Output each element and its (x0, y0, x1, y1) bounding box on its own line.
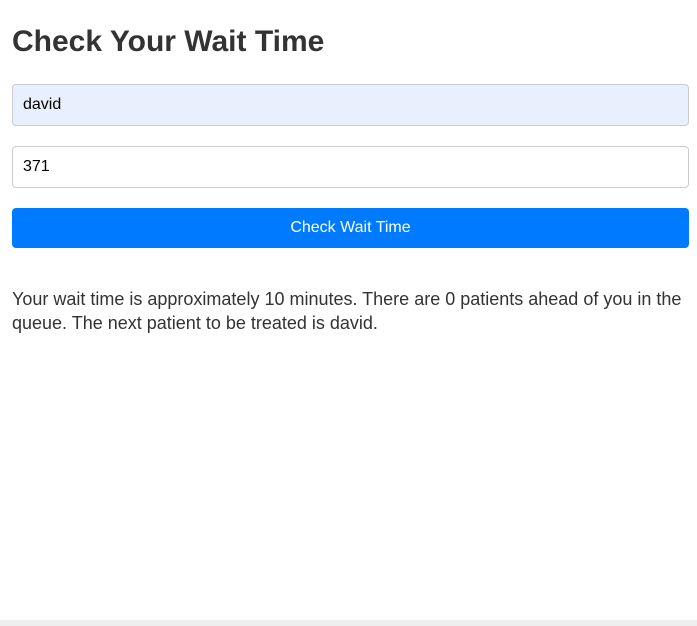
bottom-scrollbar-track (0, 620, 697, 626)
wait-time-result: Your wait time is approximately 10 minut… (12, 289, 682, 333)
patient-number-input[interactable] (12, 146, 689, 188)
page-title: Check Your Wait Time (12, 25, 325, 58)
patient-name-input[interactable] (12, 84, 689, 126)
check-wait-time-button[interactable]: Check Wait Time (12, 208, 689, 248)
